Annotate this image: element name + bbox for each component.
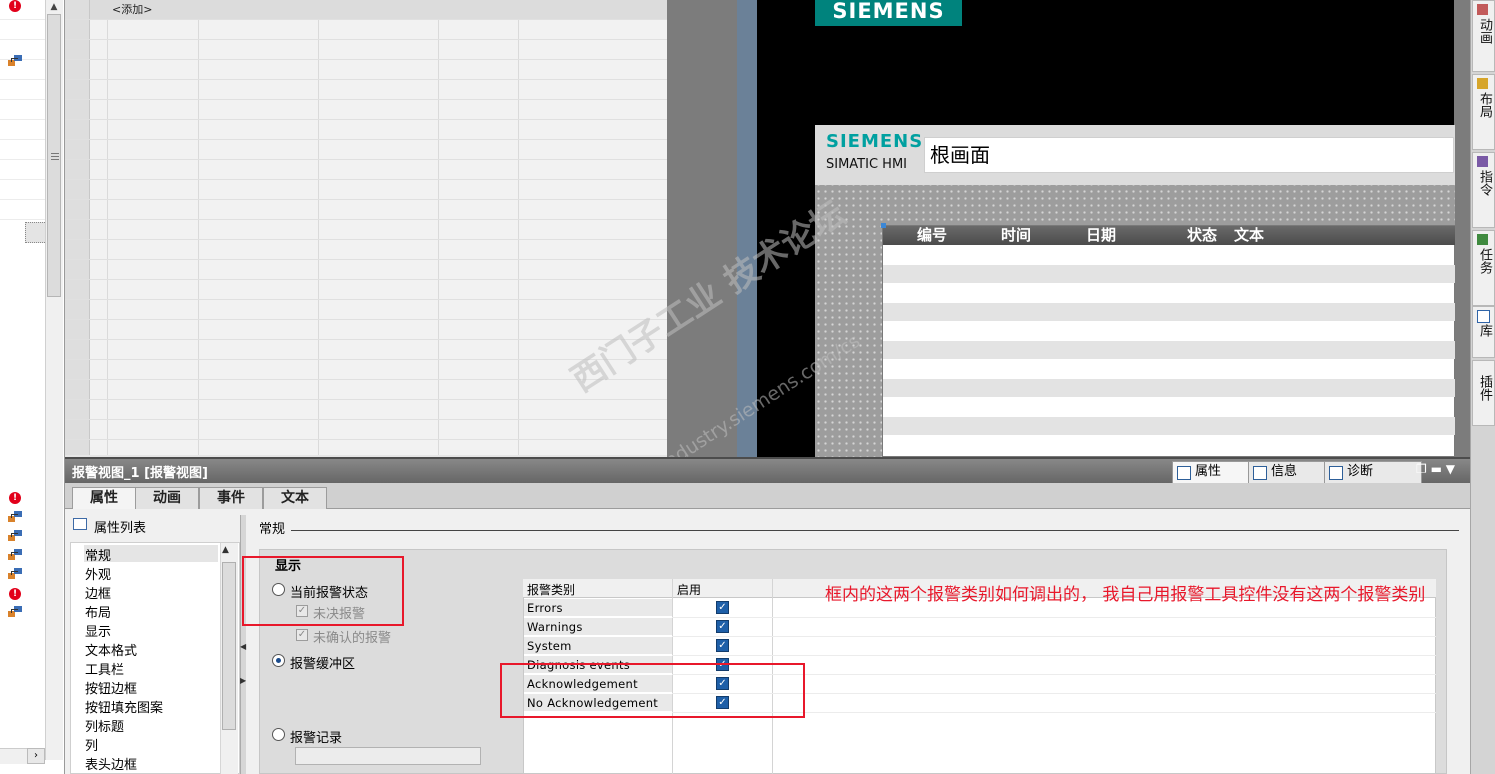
- property-item-text-format[interactable]: 文本格式: [85, 640, 137, 659]
- add-tag-cell[interactable]: <添加>: [112, 1, 152, 17]
- selected-cell[interactable]: [25, 222, 47, 243]
- checkbox-unacknowledged-alarms[interactable]: ✓: [296, 629, 308, 641]
- selection-handle[interactable]: [881, 223, 886, 228]
- alarm-class-name: Errors: [524, 599, 672, 617]
- alarm-class-enabled-checkbox[interactable]: ✓: [716, 620, 729, 633]
- chevron-down-icon[interactable]: ▼: [1446, 462, 1455, 476]
- property-item-header-border[interactable]: 表头边框: [85, 754, 137, 773]
- tab-tasks[interactable]: 任务: [1472, 230, 1495, 306]
- tab-diagnostics[interactable]: 诊断: [1324, 461, 1422, 484]
- alarm-log-field[interactable]: [295, 747, 481, 765]
- alarm-class-enabled-checkbox[interactable]: ✓: [716, 639, 729, 652]
- subtab-events[interactable]: 事件: [199, 487, 263, 510]
- alarm-view-column-date: 日期: [1086, 226, 1117, 244]
- annotation-box-display: [242, 556, 404, 626]
- siemens-logo: SIEMENS: [826, 131, 924, 152]
- left-scroll-thumb[interactable]: [47, 14, 61, 297]
- scroll-up-icon[interactable]: ▲: [222, 545, 229, 555]
- property-list-scroll-thumb[interactable]: [222, 562, 236, 730]
- tab-animations[interactable]: 动画: [1472, 0, 1495, 72]
- alarm-class-name: System: [524, 637, 672, 655]
- property-list-title: 属性列表: [94, 521, 147, 536]
- restore-icon[interactable]: ❐: [1416, 462, 1427, 476]
- tag-table: [65, 0, 667, 455]
- screen-title[interactable]: 根画面: [924, 137, 1454, 173]
- property-item-display[interactable]: 显示: [85, 621, 111, 640]
- expand-right-icon[interactable]: ▶: [240, 676, 246, 685]
- annotation-box-alarm-classes: [500, 663, 805, 718]
- scroll-right-icon[interactable]: ›: [27, 748, 45, 764]
- connection-icon: [8, 606, 22, 618]
- connection-icon: [8, 568, 22, 580]
- alarm-view-header: [883, 226, 1455, 245]
- property-item-columns[interactable]: 列: [85, 735, 98, 754]
- animation-icon: [1477, 4, 1488, 15]
- section-title: 常规: [259, 522, 286, 537]
- connection-icon: [8, 511, 22, 523]
- annotation-note: 框内的这两个报警类别如何调出的， 我自己用报警工具控件没有这两个报警类别: [825, 585, 1426, 605]
- subtab-texts[interactable]: 文本: [263, 487, 327, 510]
- property-item-border[interactable]: 边框: [85, 583, 111, 602]
- tab-layout[interactable]: 布局: [1472, 74, 1495, 150]
- siemens-logo-top: SIEMENS: [815, 0, 962, 26]
- section-divider: [291, 530, 1459, 531]
- subtab-animations[interactable]: 动画: [135, 487, 199, 510]
- canvas-border: [737, 0, 757, 457]
- alarm-view-column-status: 状态: [1187, 226, 1218, 244]
- alarm-view-column-text: 文本: [1234, 226, 1265, 244]
- scroll-up-icon[interactable]: ▲: [47, 0, 61, 14]
- properties-icon: [1177, 466, 1191, 480]
- error-icon: !: [9, 492, 21, 504]
- column-header-alarm-class: 报警类别: [527, 583, 576, 597]
- simatic-hmi-label: SIMATIC HMI: [826, 157, 907, 172]
- connection-icon: [8, 549, 22, 561]
- collapse-left-icon[interactable]: ◀: [240, 642, 246, 651]
- property-item-column-header[interactable]: 列标题: [85, 716, 124, 735]
- property-item-layout[interactable]: 布局: [85, 602, 111, 621]
- alarm-class-name: Warnings: [524, 618, 672, 636]
- inspector-title: 报警视图_1 [报警视图]: [72, 466, 208, 481]
- window-controls[interactable]: ❐ ▬ ▼: [1416, 462, 1455, 476]
- column-header-enabled: 启用: [677, 583, 702, 597]
- alarm-view-column-time: 时间: [1001, 226, 1032, 244]
- radio-alarm-log[interactable]: [272, 728, 285, 741]
- error-icon: !: [9, 588, 21, 600]
- connection-icon: [8, 530, 22, 542]
- subtab-properties[interactable]: 属性: [72, 487, 136, 511]
- minimize-icon[interactable]: ▬: [1431, 462, 1442, 476]
- instructions-icon: [1477, 156, 1488, 167]
- property-list-icon: [73, 518, 87, 530]
- tab-libraries[interactable]: 库: [1472, 306, 1495, 358]
- alarm-class-enabled-checkbox[interactable]: ✓: [716, 601, 729, 614]
- property-item-button-border[interactable]: 按钮边框: [85, 678, 137, 697]
- diagnostics-icon: [1329, 466, 1343, 480]
- radio-alarm-buffer-label: 报警缓冲区: [290, 657, 356, 672]
- error-icon: !: [9, 0, 21, 12]
- library-icon: [1477, 310, 1490, 323]
- tab-add-ins[interactable]: 插件: [1472, 360, 1495, 426]
- property-item-appearance[interactable]: 外观: [85, 564, 111, 583]
- property-item-button-fill[interactable]: 按钮填充图案: [85, 697, 163, 716]
- property-item-general[interactable]: 常规: [85, 545, 111, 564]
- info-icon: [1253, 466, 1267, 480]
- radio-alarm-log-label: 报警记录: [290, 731, 343, 746]
- tasks-icon: [1477, 234, 1488, 245]
- layout-icon: [1477, 78, 1488, 89]
- radio-alarm-buffer[interactable]: [272, 654, 285, 667]
- checkbox-unacknowledged-alarms-label: 未确认的报警: [313, 631, 392, 646]
- property-item-toolbar[interactable]: 工具栏: [85, 659, 124, 678]
- tab-instructions[interactable]: 指令: [1472, 152, 1495, 228]
- alarm-view-column-number: 编号: [917, 226, 948, 244]
